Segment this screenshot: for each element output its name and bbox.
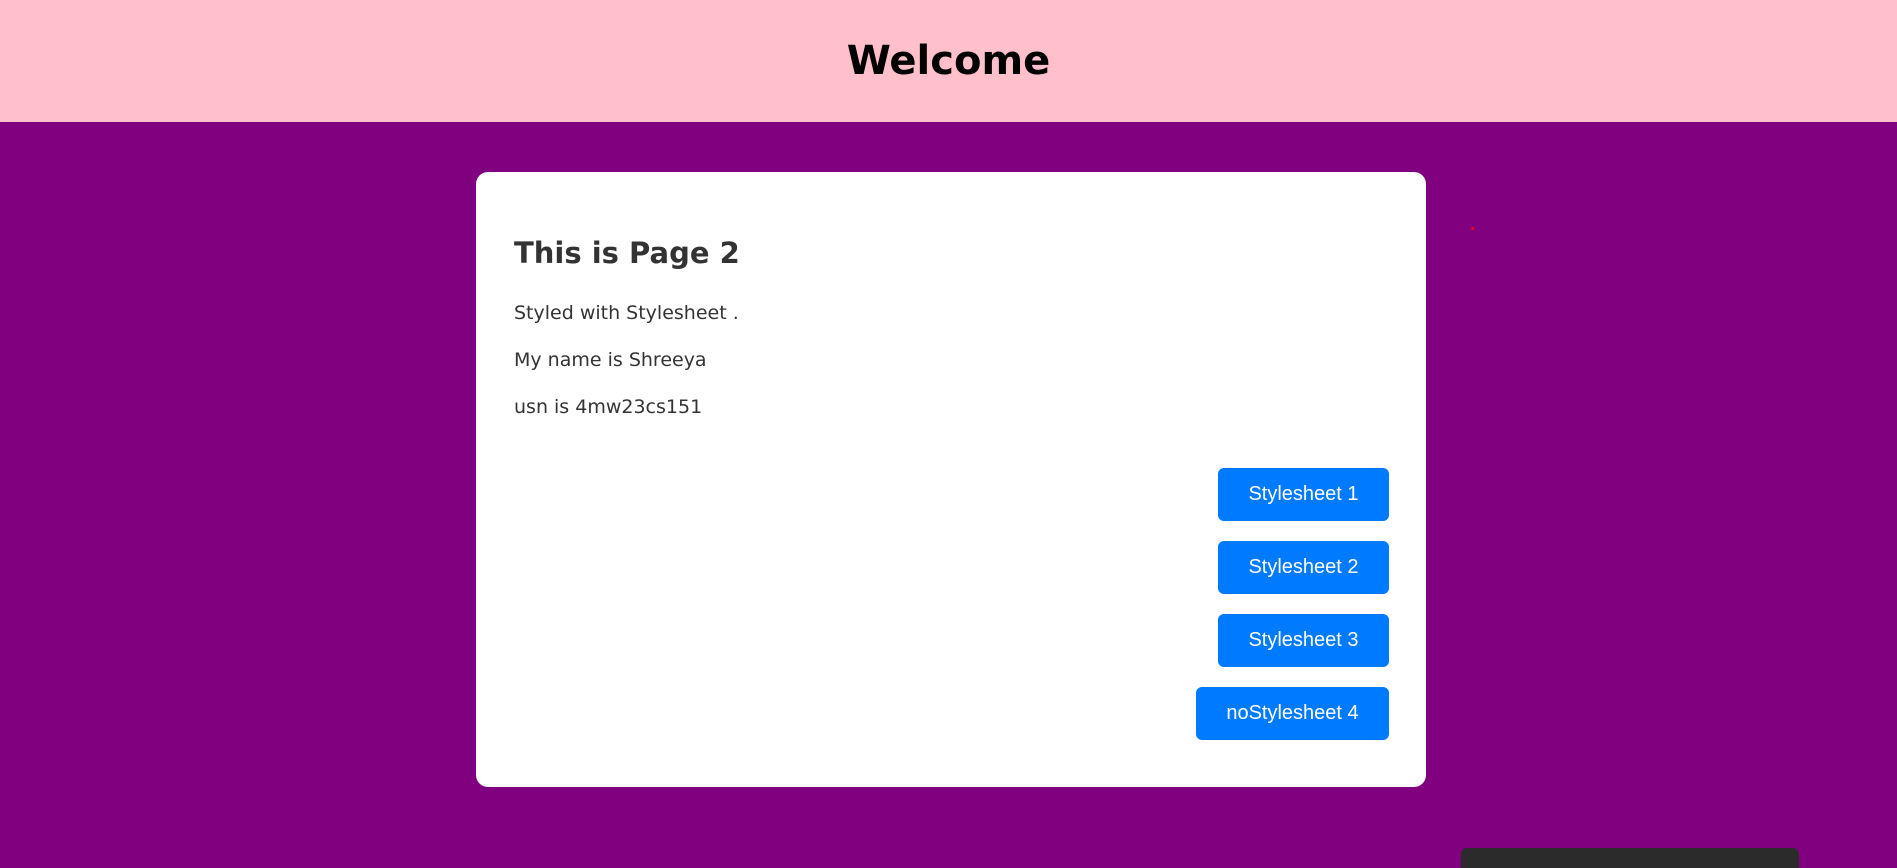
name-text: My name is Shreeya bbox=[514, 349, 707, 371]
bottom-popup-edge bbox=[1461, 848, 1799, 868]
no-stylesheet-4-button[interactable]: noStylesheet 4 bbox=[1196, 687, 1389, 740]
content-card: This is Page 2 Styled with Stylesheet . … bbox=[476, 172, 1426, 787]
cursor-dot bbox=[1471, 227, 1474, 230]
usn-text: usn is 4mw23cs151 bbox=[514, 396, 703, 418]
stylesheet-2-button[interactable]: Stylesheet 2 bbox=[1218, 541, 1389, 594]
stylesheet-3-button[interactable]: Stylesheet 3 bbox=[1218, 614, 1389, 667]
styled-with-text: Styled with Stylesheet . bbox=[514, 302, 739, 324]
page-header: Welcome bbox=[0, 0, 1897, 122]
page-title: Welcome bbox=[846, 38, 1051, 84]
stylesheet-1-button[interactable]: Stylesheet 1 bbox=[1218, 468, 1389, 521]
card-heading: This is Page 2 bbox=[514, 236, 740, 270]
